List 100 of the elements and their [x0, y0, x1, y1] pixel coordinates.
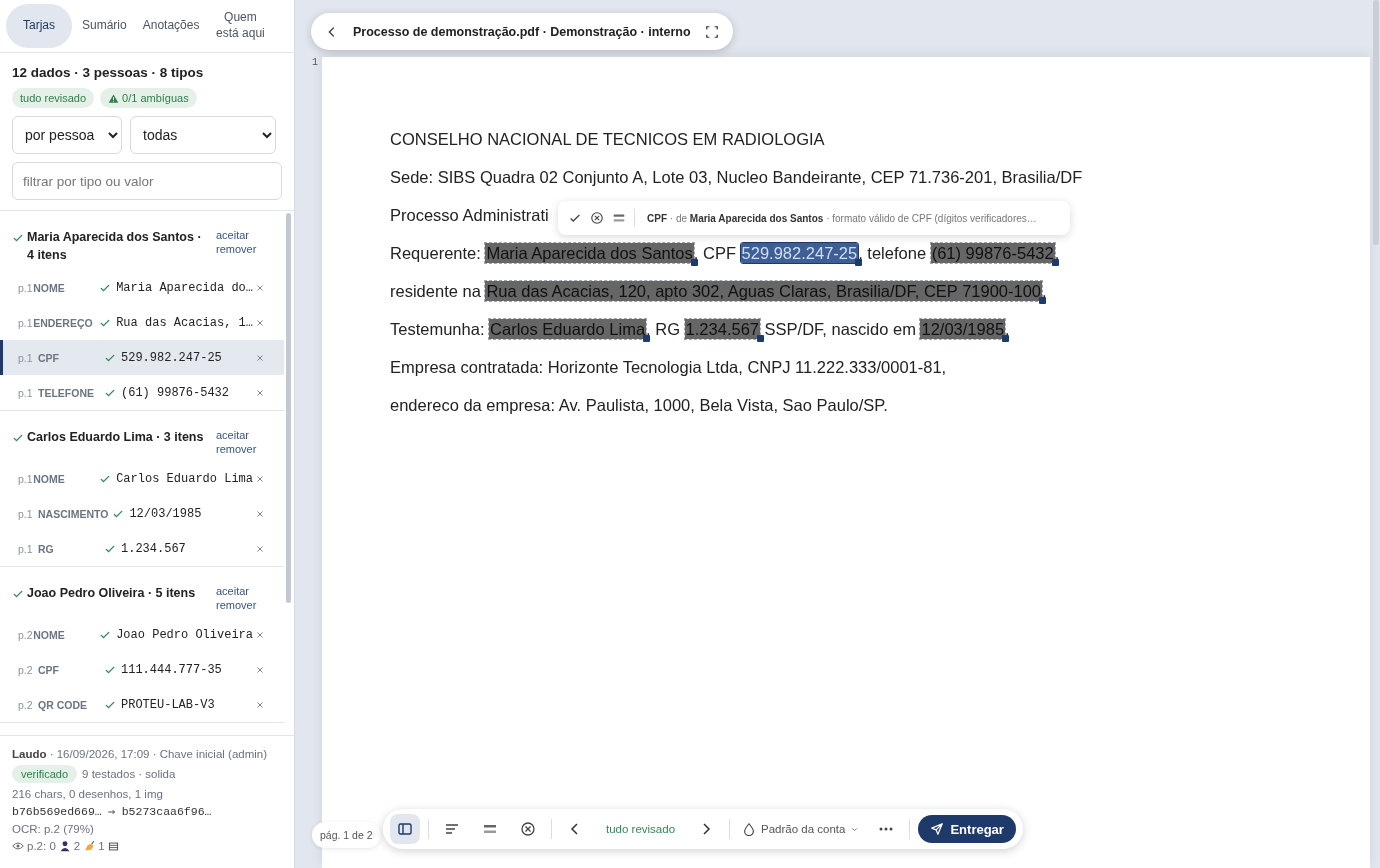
resize-handle[interactable] [643, 335, 651, 342]
type-label: CPF [38, 663, 60, 676]
redaction-row[interactable]: p.1NOME Maria Aparecida do… [0, 270, 284, 305]
document-text: , RG [646, 319, 681, 339]
type-label: NOME [33, 628, 66, 641]
fullscreen-button[interactable] [704, 24, 719, 39]
warning-icon [108, 92, 120, 104]
page-label: p.1 [18, 386, 34, 399]
ocr-info: OCR: p.2 (79%) [12, 823, 95, 835]
sidebar-tab[interactable]: Quem está aqui [209, 4, 272, 48]
accept-link[interactable]: aceitar [216, 429, 272, 441]
close-icon [255, 508, 265, 519]
hash-to: b5273caa6f96… [121, 805, 212, 818]
document-text: Testemunha: [390, 319, 486, 339]
group-by-select[interactable]: por pessoa [12, 116, 122, 154]
sidebar-tab[interactable]: Sumário [76, 4, 133, 48]
accept-link[interactable]: aceitar [216, 229, 272, 241]
signer-count: 1 [98, 840, 105, 852]
page-number: 1 [311, 56, 319, 70]
page-label: p.1 [18, 351, 34, 364]
resize-handle[interactable] [1039, 297, 1047, 304]
person-name: Maria Aparecida dos Santos · 4 itens [27, 229, 203, 264]
redaction-row[interactable]: p.2 CPF 111.444.777-35 [0, 652, 284, 687]
redaction-value: (61) 99876-5432 [121, 385, 231, 400]
redaction-row[interactable]: p.1 NASCIMENTO 12/03/1985 [0, 496, 284, 531]
close-icon [255, 543, 265, 554]
type-label: QR CODE [38, 698, 88, 711]
resize-handle[interactable] [855, 259, 863, 266]
document-text: Empresa contratada: Horizonte Tecnologia Ltda, CNPJ 11.222.333/0001-81, [390, 357, 947, 377]
document-text: , telefone [858, 243, 928, 263]
redaction-row[interactable]: p.1 CPF 529.982.247-25 [0, 340, 284, 375]
expand-icon [704, 24, 719, 39]
redaction-row[interactable]: p.2 QR CODE PROTEU-LAB-V3 [0, 687, 284, 722]
cancel-icon [520, 821, 536, 837]
status-badge: tudo revisado [12, 88, 95, 108]
redaction-value: 111.444.777-35 [121, 662, 223, 677]
document-text: Processo Administrati [390, 205, 549, 225]
style-dropdown[interactable]: Padrão da conta [738, 822, 864, 836]
sidebar-tab[interactable]: Tarjas [6, 4, 72, 48]
person-name: Carlos Eduardo Lima · 3 itens [27, 429, 204, 446]
redaction-row[interactable]: p.1ENDEREÇO Rua das Acacias, 1… [0, 305, 284, 340]
redaction-value: PROTEU-LAB-V3 [121, 697, 216, 712]
document-text: . [1005, 319, 1010, 339]
filter-field[interactable]: filtrar por tipo ou valor [12, 162, 282, 200]
tests-info: 9 testados · solida [82, 768, 176, 780]
redaction-value: 12/03/1985 [129, 506, 203, 521]
person-icon [58, 840, 71, 852]
redaction-row[interactable]: p.1 TELEFONE (61) 99876-5432 [0, 375, 284, 410]
page-label: p.1 [18, 472, 34, 485]
document-text: Sede: SIBS Quadra 02 Conjunto A, Lote 03, Nucleo Bandeirante, CEP 71.736-201, Brasilia/DF [390, 167, 1083, 187]
presence-page: p.2: 0 [27, 840, 56, 852]
resize-handle[interactable] [690, 259, 698, 266]
hash-from: b76b569ed669… [12, 805, 102, 818]
resize-handle[interactable] [757, 335, 764, 342]
close-icon [255, 282, 265, 293]
people-count: 2 [73, 840, 81, 852]
submit-button[interactable]: Entregar [918, 815, 1016, 843]
type-label: CPF [38, 351, 60, 364]
type-label: ENDEREÇO [33, 316, 94, 329]
redaction-value: Carlos Eduardo Lima [116, 471, 253, 486]
redaction-row[interactable]: p.2NOME Joao Pedro Oliveira [0, 617, 284, 652]
type-label: NOME [33, 472, 66, 485]
page-label: p.1 [18, 542, 34, 555]
redaction-value: Maria Aparecida do… [116, 280, 253, 295]
summary-title: 12 dados · 3 pessoas · 8 tipos [12, 65, 205, 80]
close-icon [255, 352, 265, 363]
sidebar-tab[interactable]: Anotações [136, 4, 206, 48]
document-text: , [1042, 281, 1047, 301]
scrollbar[interactable] [1373, 0, 1379, 245]
resize-handle[interactable] [1051, 259, 1059, 266]
resize-handle[interactable] [1002, 335, 1010, 342]
list-icon [107, 840, 119, 852]
close-icon [255, 664, 265, 675]
close-icon [255, 699, 265, 710]
redaction-row[interactable]: p.1NOME Carlos Eduardo Lima [0, 461, 284, 496]
type-label: NOME [33, 281, 66, 294]
redaction-mark[interactable]: 529.982.247-25 [740, 243, 859, 263]
redaction-row[interactable]: p.1 RG 1.234.567 [0, 531, 284, 566]
close-icon [255, 387, 265, 398]
document-text: residente na [390, 281, 482, 301]
redaction-value: 1.234.567 [121, 541, 187, 556]
scope-select[interactable]: todas [130, 116, 276, 154]
remove-link[interactable]: remover [216, 243, 272, 255]
sidebar-toggle-button[interactable] [390, 814, 420, 844]
reject-button[interactable] [590, 211, 604, 225]
verified-badge: verificado [12, 765, 78, 783]
accept-link[interactable]: aceitar [216, 585, 272, 597]
writing-hand-icon [83, 840, 96, 852]
check-icon [12, 232, 24, 244]
remove-link[interactable]: remover [216, 599, 272, 611]
eye-icon [12, 840, 24, 852]
scrollbar[interactable] [286, 213, 291, 603]
sidebar-icon [397, 821, 413, 837]
close-icon [255, 473, 265, 484]
remove-link[interactable]: remover [216, 443, 272, 455]
stats-info: 216 chars, 0 desenhos, 1 img [12, 788, 164, 800]
document-text: CONSELHO NACIONAL DE TECNICOS EM RADIOLOGIA [390, 129, 825, 149]
report-info: Laudo · 16/09/2026, 17:09 · Chave inicial (admin) [12, 748, 269, 760]
align-left-icon [444, 821, 460, 837]
redaction-value: Joao Pedro Oliveira [116, 627, 253, 642]
